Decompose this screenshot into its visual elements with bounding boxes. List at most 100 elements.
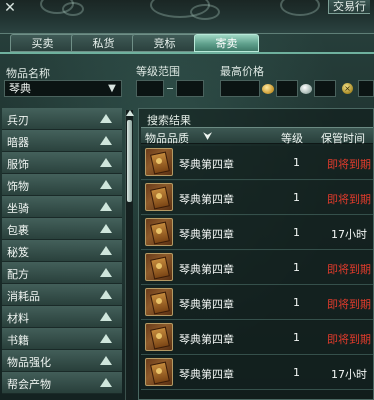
- category-label: 材料: [7, 312, 29, 325]
- cloud-ornament: [190, 4, 220, 20]
- item-name-label: 物品名称: [6, 67, 50, 80]
- item-name-value: 琴典: [9, 82, 31, 95]
- collapse-arrow-icon[interactable]: [100, 136, 112, 145]
- item-level: 1: [293, 191, 300, 204]
- category-hidden-weapons[interactable]: 暗器: [2, 130, 122, 152]
- chevron-down-icon[interactable]: ▼: [105, 82, 119, 95]
- table-row[interactable]: 琴典第四章 1 即将到期: [141, 286, 373, 320]
- category-clothing[interactable]: 服饰: [2, 152, 122, 174]
- collapse-arrow-icon[interactable]: [100, 312, 112, 321]
- category-label: 书籍: [7, 334, 29, 347]
- search-results-title: 搜索结果: [147, 114, 191, 127]
- book-icon[interactable]: [145, 288, 173, 316]
- table-row[interactable]: 琴典第四章 1 即将到期: [141, 251, 373, 285]
- category-manuals[interactable]: 秘笈: [2, 240, 122, 262]
- tab-buy-sell[interactable]: 买卖: [10, 34, 75, 52]
- item-name: 琴典第四章: [179, 263, 234, 276]
- price-silver-input[interactable]: [276, 80, 298, 97]
- range-separator: [167, 88, 173, 89]
- item-name: 琴典第四章: [179, 228, 234, 241]
- item-level: 1: [293, 261, 300, 274]
- category-label: 配方: [7, 268, 29, 281]
- collapse-arrow-icon[interactable]: [100, 356, 112, 365]
- category-consumables[interactable]: 消耗品: [2, 284, 122, 306]
- category-list: 兵刃 暗器 服饰 饰物 坐骑 包裹 秘笈 配方 消耗品 材料 书籍 物品强化 帮…: [0, 108, 133, 400]
- category-label: 帮会产物: [7, 378, 51, 391]
- item-storage-time: 17小时: [331, 228, 367, 241]
- category-recipes[interactable]: 配方: [2, 262, 122, 284]
- collapse-arrow-icon[interactable]: [100, 202, 112, 211]
- scroll-thumb[interactable]: [127, 120, 132, 202]
- tab-underline: [0, 52, 374, 54]
- item-storage-time: 即将到期: [327, 298, 371, 311]
- cloud-ornament: [280, 0, 320, 16]
- category-mounts[interactable]: 坐骑: [2, 196, 122, 218]
- collapse-arrow-icon[interactable]: [100, 290, 112, 299]
- collapse-arrow-icon[interactable]: [100, 180, 112, 189]
- extra-filter-field[interactable]: [358, 80, 374, 97]
- sort-icon[interactable]: ⮟: [203, 130, 212, 144]
- item-name-dropdown[interactable]: 琴典 ▼: [4, 80, 122, 97]
- tab-bidding[interactable]: 竞标: [132, 34, 197, 52]
- close-icon[interactable]: ✕: [2, 0, 18, 16]
- category-label: 秘笈: [7, 246, 29, 259]
- item-level: 1: [293, 156, 300, 169]
- search-results-panel: 搜索结果 物品品质 ⮟ 等级 保管时间 琴典第四章 1 即将到期 琴典第四章 1…: [138, 108, 374, 400]
- table-row[interactable]: 琴典第四章 1 即将到期: [141, 181, 373, 215]
- category-label: 包裹: [7, 224, 29, 237]
- book-icon[interactable]: [145, 148, 173, 176]
- tab-consignment[interactable]: 寄卖: [194, 34, 259, 52]
- clear-price-icon[interactable]: ×: [342, 83, 353, 94]
- table-row[interactable]: 琴典第四章 1 即将到期: [141, 321, 373, 355]
- column-time[interactable]: 保管时间: [321, 130, 365, 146]
- price-copper-input[interactable]: [314, 80, 336, 97]
- table-row[interactable]: 琴典第四章 1 即将到期: [141, 146, 373, 180]
- collapse-arrow-icon[interactable]: [100, 158, 112, 167]
- collapse-arrow-icon[interactable]: [100, 224, 112, 233]
- book-icon[interactable]: [145, 323, 173, 351]
- collapse-arrow-icon[interactable]: [100, 246, 112, 255]
- table-row[interactable]: 琴典第四章 1 17小时: [141, 356, 373, 390]
- collapse-arrow-icon[interactable]: [100, 268, 112, 277]
- category-enhancement[interactable]: 物品强化: [2, 350, 122, 372]
- book-icon[interactable]: [145, 253, 173, 281]
- level-min-input[interactable]: [136, 80, 164, 97]
- price-gold-input[interactable]: [220, 80, 260, 97]
- collapse-arrow-icon[interactable]: [100, 334, 112, 343]
- book-icon[interactable]: [145, 218, 173, 246]
- book-icon[interactable]: [145, 183, 173, 211]
- max-price-label: 最高价格: [220, 65, 264, 78]
- category-label: 兵刃: [7, 114, 29, 127]
- item-storage-time: 即将到期: [327, 333, 371, 346]
- item-storage-time: 即将到期: [327, 193, 371, 206]
- cloud-ornament: [62, 2, 84, 16]
- column-level[interactable]: 等级: [281, 130, 303, 146]
- category-guild-products[interactable]: 帮会产物: [2, 372, 122, 394]
- category-label: 物品强化: [7, 356, 51, 369]
- category-accessories[interactable]: 饰物: [2, 174, 122, 196]
- level-max-input[interactable]: [176, 80, 204, 97]
- item-storage-time: 17小时: [331, 368, 367, 381]
- collapse-arrow-icon[interactable]: [100, 114, 112, 123]
- category-bags[interactable]: 包裹: [2, 218, 122, 240]
- tab-private-goods[interactable]: 私货: [71, 34, 136, 52]
- category-books[interactable]: 书籍: [2, 328, 122, 350]
- category-label: 服饰: [7, 158, 29, 171]
- column-quality[interactable]: 物品品质: [145, 130, 189, 146]
- item-level: 1: [293, 366, 300, 379]
- book-icon[interactable]: [145, 358, 173, 386]
- item-storage-time: 即将到期: [327, 263, 371, 276]
- item-name: 琴典第四章: [179, 333, 234, 346]
- table-row[interactable]: 琴典第四章 1 17小时: [141, 216, 373, 250]
- collapse-arrow-icon[interactable]: [100, 378, 112, 387]
- scroll-up-icon[interactable]: [126, 110, 134, 116]
- item-storage-time: 即将到期: [327, 158, 371, 171]
- item-level: 1: [293, 226, 300, 239]
- category-materials[interactable]: 材料: [2, 306, 122, 328]
- category-weapons[interactable]: 兵刃: [2, 108, 122, 130]
- tab-bar: 买卖 私货 竞标 寄卖: [6, 34, 366, 52]
- category-label: 坐骑: [7, 202, 29, 215]
- category-scrollbar[interactable]: [125, 110, 134, 400]
- window-title: 交易行: [328, 0, 370, 14]
- results-table-header: 物品品质 ⮟ 等级 保管时间: [141, 127, 373, 146]
